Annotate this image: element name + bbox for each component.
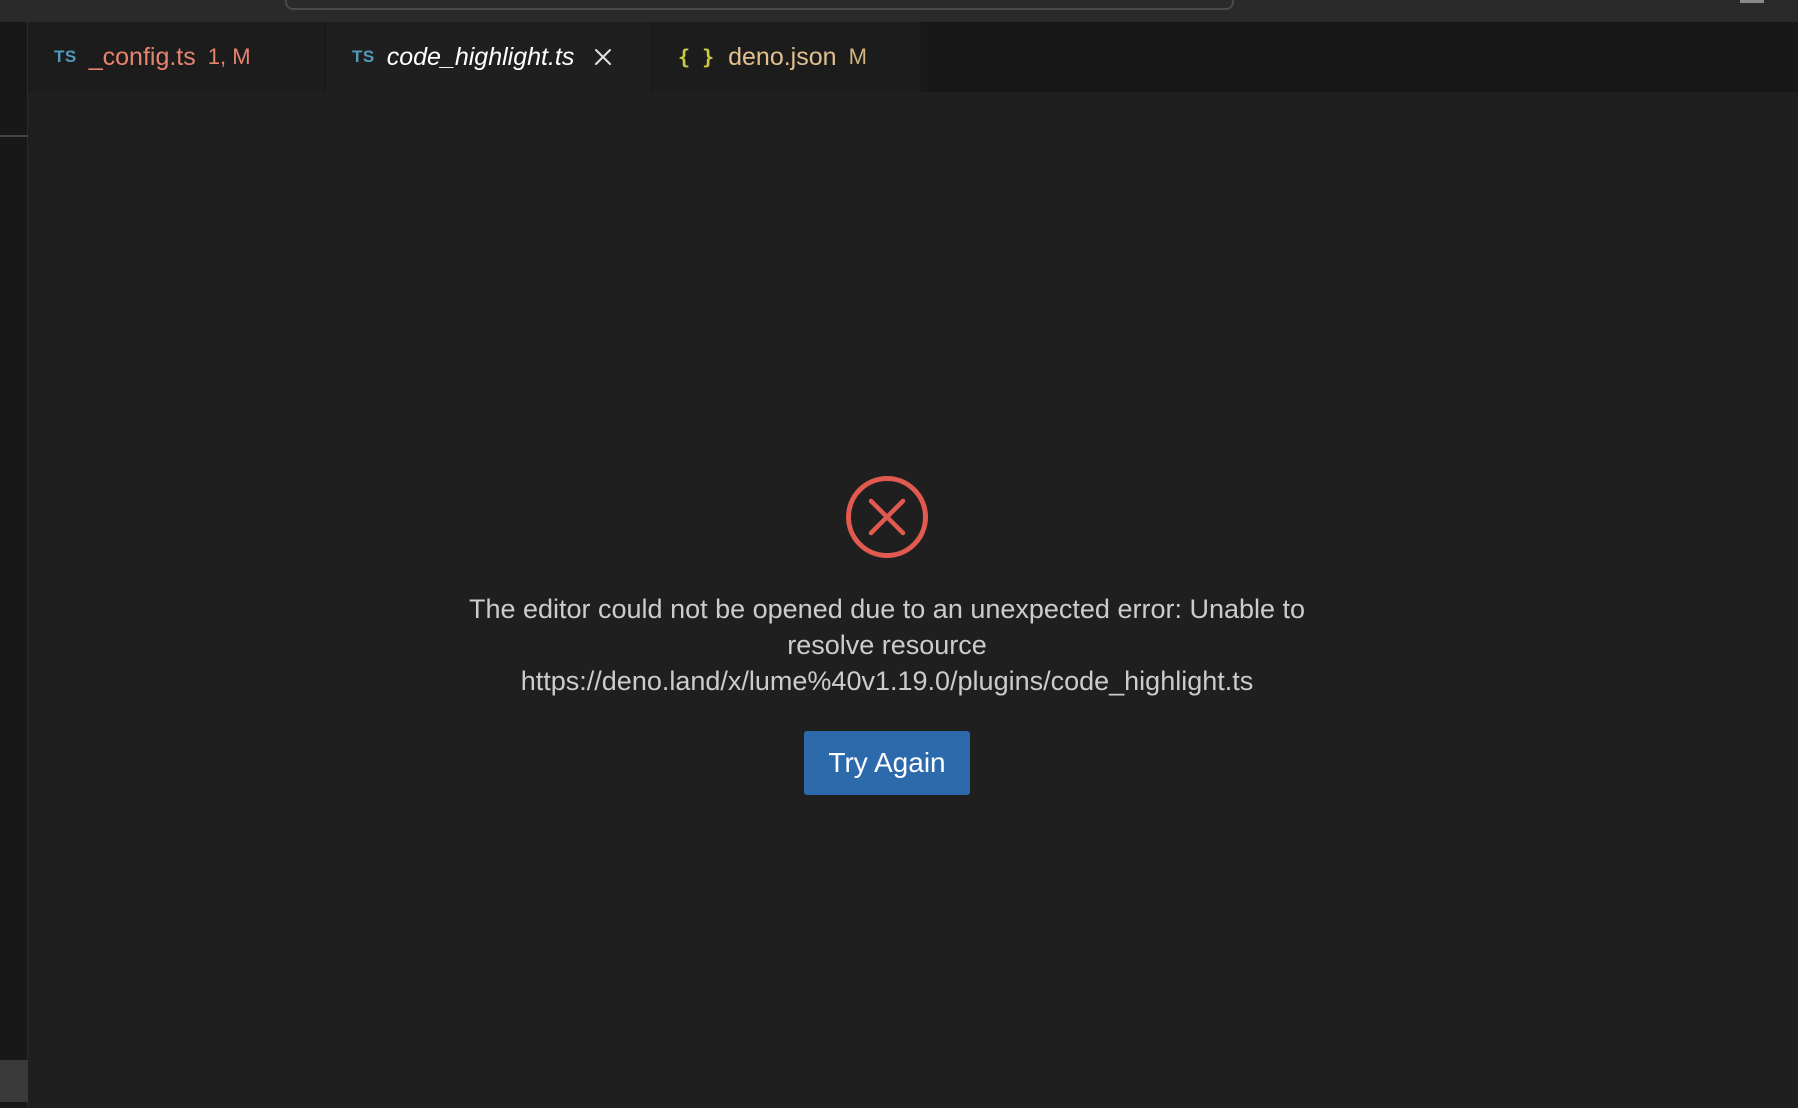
tab-code-highlight-ts[interactable]: TS code_highlight.ts xyxy=(326,22,652,92)
sidebar-divider xyxy=(0,135,28,137)
error-circle-icon xyxy=(846,476,928,558)
tab-deno-json[interactable]: { } deno.json M xyxy=(652,22,922,92)
editor-area: The editor could not be opened due to an… xyxy=(28,92,1798,1108)
command-center-search[interactable] xyxy=(285,0,1234,10)
tab-status-badge: 1, M xyxy=(207,44,251,69)
typescript-file-icon: TS xyxy=(54,47,77,66)
tab-label: deno.json xyxy=(728,42,837,71)
json-file-icon: { } xyxy=(678,45,715,69)
error-message: The editor could not be opened due to an… xyxy=(468,594,1306,696)
tab-label: _config.ts xyxy=(88,42,196,71)
layout-icon[interactable] xyxy=(1740,0,1764,3)
tab-status-badge: M xyxy=(848,44,867,69)
sidebar-bottom-item[interactable] xyxy=(0,1060,28,1102)
typescript-file-icon: TS xyxy=(352,47,375,66)
title-bar xyxy=(0,0,1798,22)
side-bar-edge xyxy=(0,22,28,1108)
try-again-button[interactable]: Try Again xyxy=(804,731,970,795)
tab-config-ts[interactable]: TS _config.ts 1, M xyxy=(28,22,326,92)
editor-tab-bar: TS _config.ts 1, M TS code_highlight.ts … xyxy=(28,22,1798,92)
editor-error-placeholder: The editor could not be opened due to an… xyxy=(28,475,1746,795)
tab-label: code_highlight.ts xyxy=(386,42,575,71)
close-icon[interactable] xyxy=(592,46,614,68)
